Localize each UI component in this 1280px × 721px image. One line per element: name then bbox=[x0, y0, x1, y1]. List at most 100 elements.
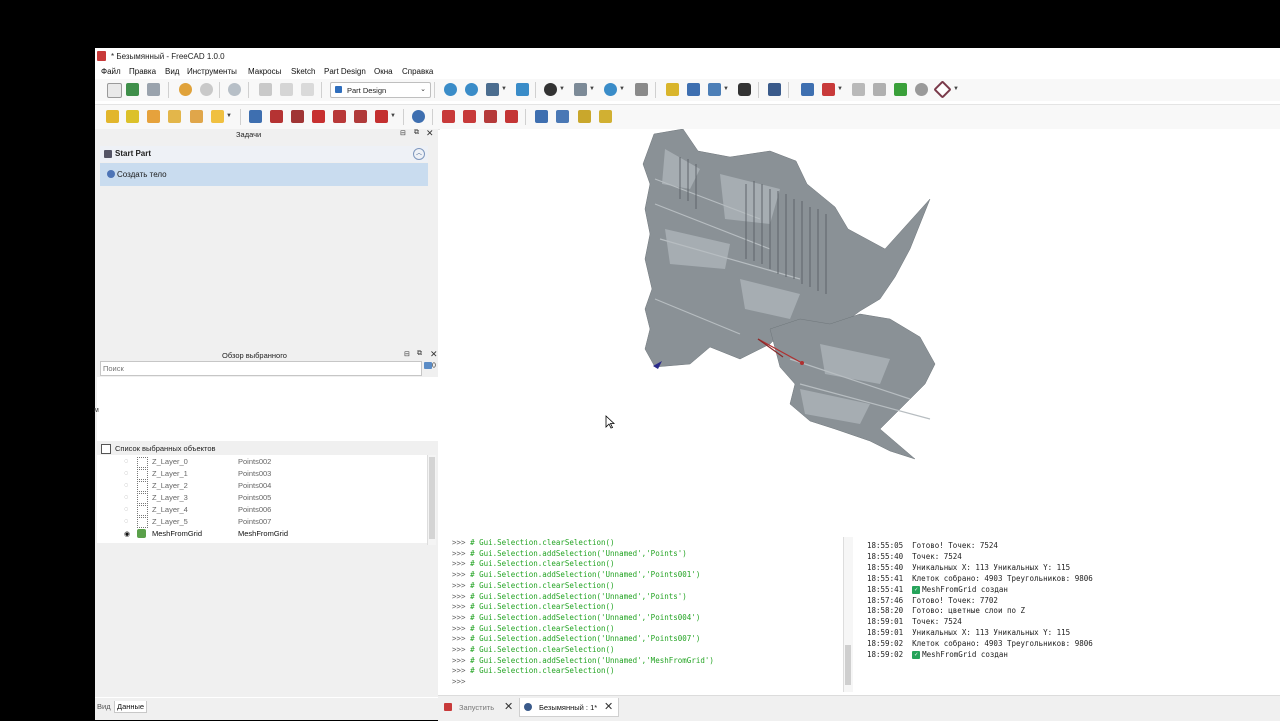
list-item[interactable]: ◌ Z_Layer_0 Points002 bbox=[97, 456, 428, 468]
variable-set-icon[interactable] bbox=[738, 83, 751, 96]
groove-icon[interactable] bbox=[291, 110, 304, 123]
fillet-icon[interactable] bbox=[442, 110, 455, 123]
visibility-off-icon[interactable]: ◌ bbox=[124, 470, 128, 477]
revolution-icon[interactable] bbox=[126, 110, 139, 123]
list-item[interactable]: ◌ Z_Layer_3 Points005 bbox=[97, 492, 428, 504]
object-list-scrollbar[interactable] bbox=[427, 455, 436, 545]
save-icon[interactable] bbox=[147, 83, 160, 96]
menu-edit[interactable]: Правка bbox=[129, 67, 156, 76]
chevron-down-icon[interactable]: ▼ bbox=[589, 86, 595, 92]
menu-macros[interactable]: Макросы bbox=[248, 67, 281, 76]
workbench-selector[interactable]: Part Design ⌄ bbox=[330, 82, 431, 98]
create-part-icon[interactable] bbox=[666, 83, 679, 96]
menu-file[interactable]: Файл bbox=[101, 67, 121, 76]
create-body-link[interactable]: Создать тело bbox=[100, 163, 428, 186]
chevron-down-icon[interactable]: ▼ bbox=[723, 86, 729, 92]
standard-views-icon[interactable] bbox=[486, 83, 499, 96]
create-group-icon[interactable] bbox=[687, 83, 700, 96]
close-icon[interactable]: ✕ bbox=[504, 700, 513, 713]
chevron-down-icon[interactable]: ▼ bbox=[619, 86, 625, 92]
shape-binder-icon[interactable] bbox=[894, 83, 907, 96]
validate-sketch-icon[interactable] bbox=[852, 83, 865, 96]
thickness-icon[interactable] bbox=[505, 110, 518, 123]
tab-start[interactable]: Запустить ✕ bbox=[440, 698, 518, 716]
clone-icon[interactable] bbox=[915, 83, 928, 96]
tab-view[interactable]: Вид bbox=[95, 701, 113, 712]
selection-search-input[interactable] bbox=[103, 362, 417, 374]
additive-primitive-icon[interactable] bbox=[211, 110, 224, 123]
refresh-icon[interactable] bbox=[228, 83, 241, 96]
boolean-icon[interactable] bbox=[412, 110, 425, 123]
subtractive-primitive-icon[interactable] bbox=[375, 110, 388, 123]
menu-tools[interactable]: Инструменты bbox=[187, 67, 237, 76]
visibility-off-icon[interactable]: ◌ bbox=[124, 482, 128, 489]
visibility-off-icon[interactable]: ◌ bbox=[124, 518, 128, 525]
visibility-off-icon[interactable]: ◌ bbox=[124, 494, 128, 501]
menu-view[interactable]: Вид bbox=[165, 67, 179, 76]
draw-style-icon[interactable] bbox=[544, 83, 557, 96]
chevron-down-icon[interactable]: ▼ bbox=[559, 86, 565, 92]
scrollbar-thumb[interactable] bbox=[429, 457, 435, 539]
tab-data[interactable]: Данные bbox=[114, 701, 148, 713]
search-icon[interactable] bbox=[424, 362, 432, 369]
float-panel-icon[interactable]: ⊟ bbox=[400, 129, 406, 137]
cut-icon[interactable] bbox=[259, 83, 272, 96]
selected-objects-checkbox[interactable] bbox=[101, 444, 111, 454]
close-icon[interactable]: ✕ bbox=[604, 700, 613, 713]
copy-icon[interactable] bbox=[280, 83, 293, 96]
multi-transform-icon[interactable] bbox=[599, 110, 612, 123]
collapse-section-icon[interactable]: ︿ bbox=[413, 148, 425, 160]
float-panel-icon[interactable]: ⊟ bbox=[404, 350, 410, 358]
subtractive-helix-icon[interactable] bbox=[354, 110, 367, 123]
list-item[interactable]: ◌ Z_Layer_4 Points006 bbox=[97, 504, 428, 516]
close-panel-icon[interactable]: ✕ bbox=[430, 349, 438, 360]
3d-viewport[interactable] bbox=[440, 128, 1280, 534]
chevron-down-icon[interactable]: ▼ bbox=[390, 113, 396, 119]
pad-icon[interactable] bbox=[106, 110, 119, 123]
list-item[interactable]: ◌ Z_Layer_1 Points003 bbox=[97, 468, 428, 480]
menu-help[interactable]: Справка bbox=[402, 67, 433, 76]
hole-icon[interactable] bbox=[270, 110, 283, 123]
chevron-down-icon[interactable]: ▼ bbox=[226, 113, 232, 119]
subtractive-loft-icon[interactable] bbox=[312, 110, 325, 123]
datum-point-icon[interactable] bbox=[873, 83, 886, 96]
link-icon[interactable] bbox=[708, 83, 721, 96]
chevron-down-icon[interactable]: ▼ bbox=[837, 86, 843, 92]
whats-this-icon[interactable] bbox=[768, 83, 781, 96]
subtractive-pipe-icon[interactable] bbox=[333, 110, 346, 123]
paste-icon[interactable] bbox=[301, 83, 314, 96]
undo-icon[interactable] bbox=[179, 83, 192, 96]
close-panel-icon[interactable]: ✕ bbox=[426, 128, 434, 139]
list-item[interactable]: ◌ Z_Layer_2 Points004 bbox=[97, 480, 428, 492]
chamfer-icon[interactable] bbox=[463, 110, 476, 123]
redo-icon[interactable] bbox=[200, 83, 213, 96]
sketch-icon[interactable] bbox=[822, 83, 835, 96]
polar-pattern-icon[interactable] bbox=[578, 110, 591, 123]
selection-search-field[interactable] bbox=[100, 361, 422, 376]
fit-selection-icon[interactable] bbox=[465, 83, 478, 96]
menu-part-design[interactable]: Part Design bbox=[324, 67, 366, 76]
body-icon[interactable] bbox=[801, 83, 814, 96]
undock-panel-icon[interactable]: ⧉ bbox=[417, 350, 422, 358]
datum-plane-icon[interactable] bbox=[933, 80, 952, 99]
console-scrollbar[interactable] bbox=[843, 537, 853, 692]
visibility-on-icon[interactable]: ◉ bbox=[124, 530, 130, 538]
measure-distance-icon[interactable] bbox=[635, 83, 648, 96]
menu-windows[interactable]: Окна bbox=[374, 67, 393, 76]
new-document-icon[interactable] bbox=[107, 83, 122, 98]
additive-loft-icon[interactable] bbox=[147, 110, 160, 123]
chevron-down-icon[interactable]: ▼ bbox=[953, 86, 959, 92]
tab-unnamed-document[interactable]: Безымянный : 1* ✕ bbox=[519, 698, 619, 717]
pocket-icon[interactable] bbox=[249, 110, 262, 123]
additive-helix-icon[interactable] bbox=[190, 110, 203, 123]
draft-icon[interactable] bbox=[484, 110, 497, 123]
list-item[interactable]: ◉ MeshFromGrid MeshFromGrid bbox=[97, 528, 428, 540]
visibility-off-icon[interactable]: ◌ bbox=[124, 458, 128, 465]
python-console[interactable]: >>> # Gui.Selection.clearSelection() >>>… bbox=[448, 537, 844, 692]
linear-pattern-icon[interactable] bbox=[556, 110, 569, 123]
open-document-icon[interactable] bbox=[126, 83, 139, 96]
bounding-box-icon[interactable] bbox=[574, 83, 587, 96]
additive-pipe-icon[interactable] bbox=[168, 110, 181, 123]
undock-panel-icon[interactable]: ⧉ bbox=[414, 129, 419, 137]
scrollbar-thumb[interactable] bbox=[845, 645, 851, 685]
